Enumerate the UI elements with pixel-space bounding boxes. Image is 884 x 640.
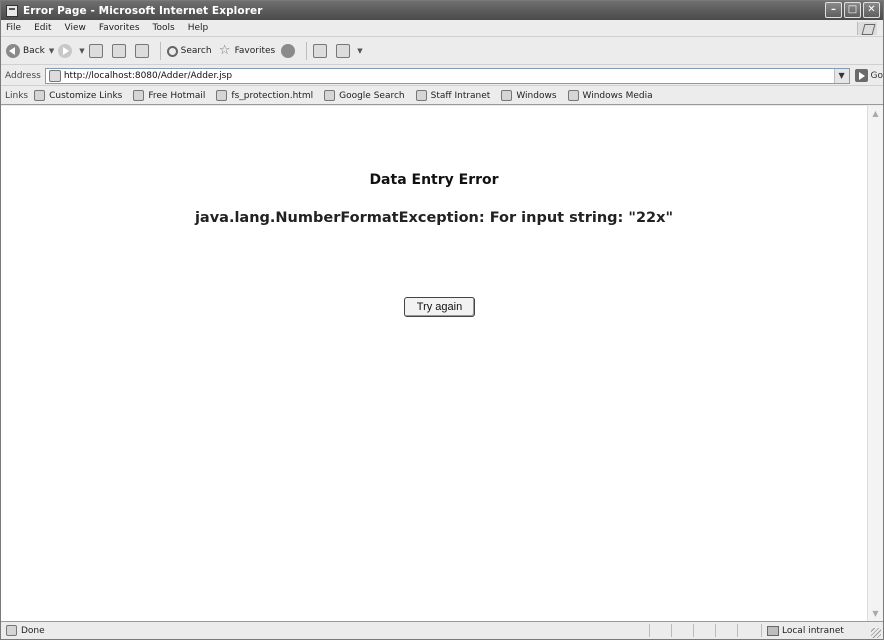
address-bar: Address ▼ Go (1, 66, 883, 86)
link-label: Customize Links (49, 90, 123, 101)
address-label: Address (5, 70, 41, 81)
zone-label: Local intranet (782, 625, 844, 636)
link-staff-intranet[interactable]: Staff Intranet (415, 90, 491, 101)
back-dropdown-icon[interactable]: ▼ (49, 47, 54, 55)
menu-help[interactable]: Help (188, 23, 209, 33)
refresh-icon (111, 44, 126, 58)
toolbar: Back ▼ ▼ Search ☆ Favorites ▼ (1, 38, 883, 65)
forward-arrow-icon (58, 44, 73, 58)
link-customize-links[interactable]: Customize Links (34, 90, 122, 101)
menu-edit[interactable]: Edit (34, 23, 51, 33)
ie-page-icon (501, 90, 513, 101)
menu-favorites[interactable]: Favorites (99, 23, 140, 33)
close-button[interactable]: ✕ (863, 2, 880, 18)
toolbar-separator (306, 42, 308, 60)
link-label: Google Search (339, 90, 405, 101)
toolbar-separator (159, 42, 161, 60)
status-bar: Done Local intranet (1, 621, 883, 639)
ie-page-icon (34, 90, 46, 101)
security-zone: Local intranet (761, 624, 844, 637)
search-icon (166, 45, 178, 57)
ie-page-icon (133, 90, 145, 101)
status-pane (671, 624, 693, 637)
window-controls: – □ ✕ (825, 2, 880, 18)
status-pane (715, 624, 737, 637)
home-icon (134, 44, 149, 58)
error-message: java.lang.NumberFormatException: For inp… (194, 210, 674, 226)
link-windows[interactable]: Windows (501, 90, 557, 101)
history-button[interactable] (281, 41, 298, 61)
intranet-icon (767, 625, 779, 636)
back-label: Back (23, 46, 45, 56)
status-text: Done (21, 625, 45, 636)
search-label: Search (180, 46, 212, 56)
status-panes (649, 624, 759, 637)
menu-file[interactable]: File (6, 23, 21, 33)
scroll-up-arrow-icon[interactable]: ▲ (868, 106, 883, 121)
home-button[interactable] (134, 41, 152, 61)
link-label: Staff Intranet (430, 90, 491, 101)
address-input[interactable] (63, 70, 834, 81)
menu-view[interactable]: View (65, 23, 86, 33)
browser-window: Error Page - Microsoft Internet Explorer… (0, 0, 884, 640)
search-button[interactable]: Search (166, 41, 212, 61)
go-arrow-icon (854, 69, 868, 82)
title-bar: Error Page - Microsoft Internet Explorer… (1, 1, 883, 20)
ie-page-icon (567, 90, 579, 101)
scroll-down-arrow-icon[interactable]: ▼ (868, 606, 883, 621)
mail-button[interactable] (313, 41, 330, 61)
link-free-hotmail[interactable]: Free Hotmail (133, 90, 205, 101)
link-windows-media[interactable]: Windows Media (567, 90, 653, 101)
menu-bar: File Edit View Favorites Tools Help (1, 20, 883, 37)
go-button[interactable]: Go (854, 69, 883, 82)
stop-button[interactable] (88, 41, 106, 61)
link-label: fs_protection.html (231, 90, 314, 101)
print-button[interactable] (336, 41, 353, 61)
mail-icon (313, 44, 328, 58)
forward-button[interactable] (58, 41, 75, 61)
status-pane (649, 624, 671, 637)
links-bar: Links Customize Links Free Hotmail fs_pr… (1, 87, 883, 105)
resize-grip-icon[interactable] (871, 628, 881, 638)
ie-page-icon (6, 625, 17, 636)
print-dropdown-icon[interactable]: ▼ (357, 47, 362, 55)
favorites-label: Favorites (234, 46, 276, 56)
stop-icon (88, 44, 103, 58)
forward-dropdown-icon[interactable]: ▼ (79, 47, 84, 55)
back-arrow-icon (6, 44, 20, 58)
link-label: Free Hotmail (148, 90, 206, 101)
link-fs-protection[interactable]: fs_protection.html (216, 90, 313, 101)
windows-logo-icon (857, 22, 877, 35)
go-label: Go (870, 70, 883, 81)
status-pane (737, 624, 759, 637)
star-icon: ☆ (218, 43, 231, 58)
print-icon (336, 44, 351, 58)
link-label: Windows (516, 90, 557, 101)
links-label: Links (5, 90, 29, 101)
history-icon (281, 44, 296, 58)
page-icon (48, 69, 61, 82)
menu-tools[interactable]: Tools (153, 23, 175, 33)
back-button[interactable]: Back (6, 41, 45, 61)
maximize-button[interactable]: □ (844, 2, 861, 18)
page-heading: Data Entry Error (369, 172, 499, 188)
ie-page-icon (415, 90, 427, 101)
ie-page-icon (324, 90, 336, 101)
address-field-box: ▼ (44, 67, 850, 84)
status-pane (693, 624, 715, 637)
refresh-button[interactable] (111, 41, 129, 61)
favorites-button[interactable]: ☆ Favorites (218, 41, 276, 61)
vertical-scrollbar[interactable]: ▲ ▼ (867, 106, 883, 621)
address-dropdown-icon[interactable]: ▼ (833, 68, 849, 83)
link-google-search[interactable]: Google Search (324, 90, 405, 101)
minimize-button[interactable]: – (825, 2, 842, 18)
ie-page-icon (6, 4, 18, 17)
page-content: Data Entry Error java.lang.NumberFormatE… (1, 106, 867, 621)
ie-page-icon (216, 90, 228, 101)
link-label: Windows Media (582, 90, 653, 101)
try-again-button[interactable]: Try again (404, 297, 475, 317)
window-title: Error Page - Microsoft Internet Explorer (23, 4, 263, 17)
